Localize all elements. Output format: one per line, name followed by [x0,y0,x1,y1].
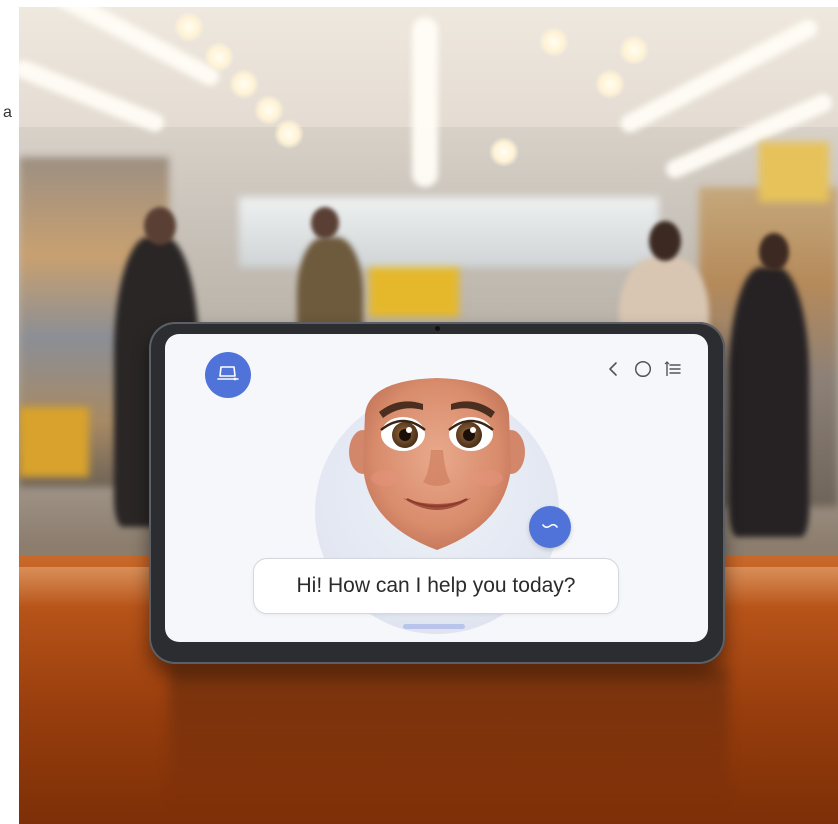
shelf-left-products [19,407,89,477]
shopper-left-head [144,207,176,245]
home-circle-icon[interactable] [634,360,652,378]
stray-letter: a [3,104,12,121]
ceiling-light [274,119,304,149]
speech-bubble-text: Hi! How can I help you today? [296,574,576,597]
list-menu-icon[interactable] [664,360,682,378]
ceiling-light [619,35,649,65]
ceiling-light [229,69,259,99]
shopper-center-head [311,207,339,239]
wave-icon [542,518,558,536]
ceiling-light [539,27,569,57]
shopper-right-head [649,221,681,261]
ceiling-light [254,95,284,125]
laptop-icon [217,363,239,388]
assistant-avatar [343,374,531,552]
ceiling-light [174,12,204,42]
shopper-far-right-head [759,233,789,271]
tablet-device: Hi! How can I help you today? [149,322,725,664]
ceiling-light [204,42,234,72]
front-camera [435,326,440,331]
shelf-right-products [759,142,829,202]
ceiling-light [489,137,519,167]
light-strip [412,17,438,187]
back-chevron-icon[interactable] [604,360,622,378]
shopper-far-right [729,267,809,537]
home-indicator[interactable] [403,624,465,629]
voice-button[interactable] [529,506,571,548]
laptop-button[interactable] [205,352,251,398]
tablet-reflection [169,667,729,807]
tablet-screen: Hi! How can I help you today? [165,334,708,642]
top-nav-icons [604,360,682,378]
ceiling-light [595,69,625,99]
speech-bubble: Hi! How can I help you today? [253,558,619,614]
